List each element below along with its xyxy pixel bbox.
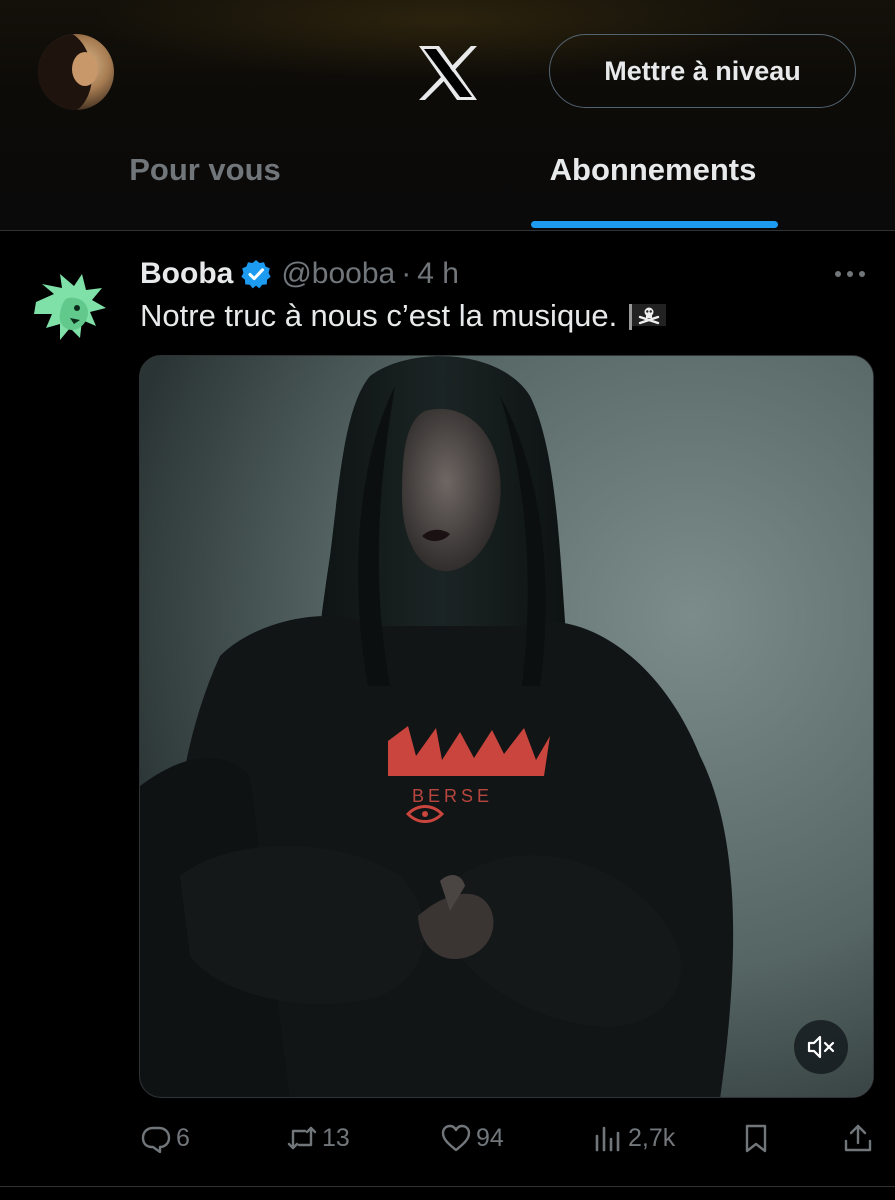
retweet-button[interactable]: 13	[286, 1120, 350, 1156]
muted-speaker-icon	[807, 1035, 835, 1059]
mute-toggle-button[interactable]	[794, 1020, 848, 1074]
share-button[interactable]	[842, 1120, 874, 1156]
video-frame: BERSE	[140, 356, 873, 1097]
retweet-count: 13	[322, 1123, 350, 1152]
separator-dot: ·	[401, 257, 412, 290]
author-handle[interactable]: @booba	[281, 257, 395, 291]
author-avatar-lion-icon[interactable]	[30, 268, 110, 346]
bookmark-button[interactable]	[740, 1120, 772, 1156]
views-button[interactable]: 2,7k	[592, 1120, 675, 1156]
tweet-video[interactable]: BERSE	[139, 355, 874, 1098]
active-tab-indicator	[531, 221, 778, 228]
tweet-timestamp[interactable]: 4 h	[417, 257, 459, 291]
author-name[interactable]: Booba	[140, 257, 233, 291]
bookmark-icon	[745, 1124, 767, 1153]
more-options-icon[interactable]	[830, 262, 870, 286]
like-button[interactable]: 94	[440, 1120, 504, 1156]
profile-avatar[interactable]	[38, 34, 114, 110]
tweet-body: Notre truc à nous c’est la musique.	[140, 298, 618, 333]
reply-icon	[141, 1126, 171, 1154]
reply-count: 6	[176, 1123, 190, 1152]
tweet-header: Booba @booba · 4 h	[140, 254, 459, 294]
tab-following[interactable]: Abonnements	[500, 152, 806, 202]
verified-badge-icon	[241, 260, 271, 289]
share-icon	[844, 1124, 872, 1152]
shirt-text: BERSE	[412, 786, 493, 806]
divider	[0, 1186, 895, 1187]
tweet-text: Notre truc à nous c’est la musique.	[140, 298, 669, 334]
top-header: Mettre à niveau Pour vous Abonnements	[0, 0, 895, 231]
like-count: 94	[476, 1123, 504, 1152]
heart-icon	[441, 1124, 471, 1152]
reply-button[interactable]: 6	[140, 1120, 190, 1156]
tab-for-you[interactable]: Pour vous	[80, 152, 330, 202]
avatar-face	[72, 52, 98, 86]
x-logo-icon[interactable]	[417, 44, 479, 102]
upgrade-button[interactable]: Mettre à niveau	[549, 34, 856, 108]
views-chart-icon	[595, 1126, 620, 1152]
views-count: 2,7k	[628, 1123, 676, 1152]
pirate-flag-icon	[629, 304, 667, 330]
retweet-icon	[287, 1126, 317, 1150]
